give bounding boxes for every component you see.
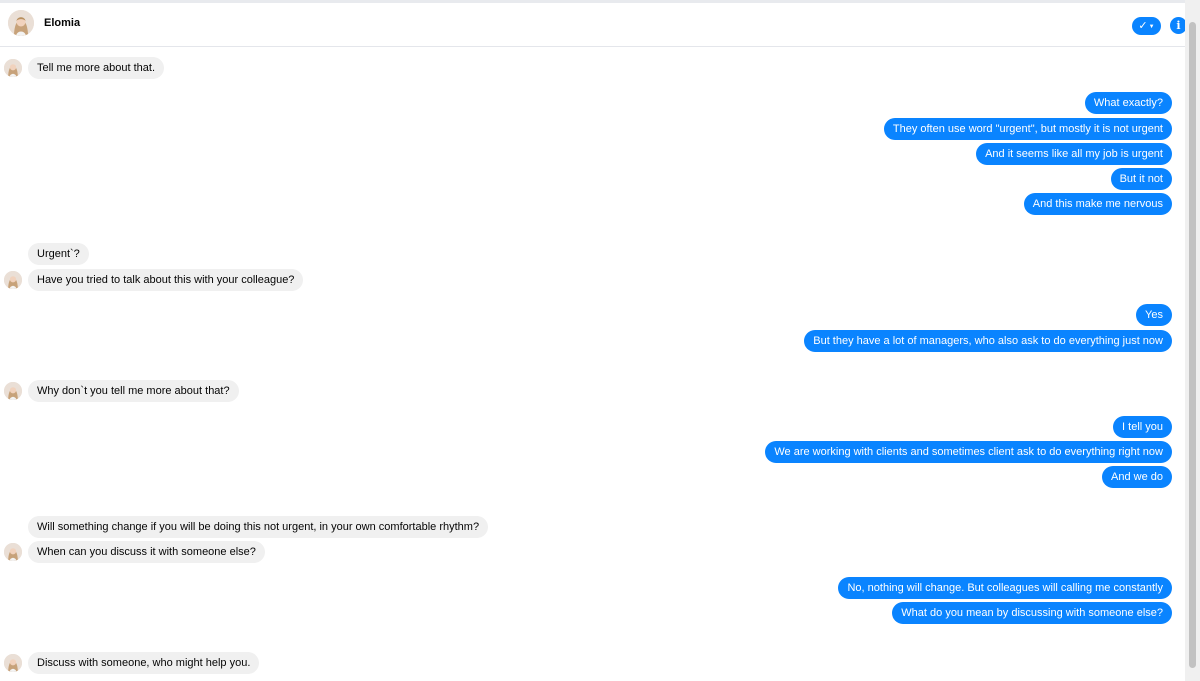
outgoing-message: But they have a lot of managers, who als…: [804, 330, 1172, 352]
incoming-message: Have you tried to talk about this with y…: [28, 269, 304, 291]
bot-avatar[interactable]: [4, 271, 22, 289]
scrollbar-thumb[interactable]: [1189, 22, 1196, 668]
incoming-message: When can you discuss it with someone els…: [28, 541, 265, 563]
chevron-down-icon: ▼: [1148, 24, 1155, 30]
contact-name: Elomia: [44, 17, 81, 29]
outgoing-message: We are working with clients and sometime…: [765, 441, 1172, 463]
bot-avatar[interactable]: [4, 543, 22, 561]
outgoing-message: What exactly?: [1084, 92, 1172, 114]
incoming-message: Will something change if you will be doi…: [28, 516, 489, 538]
outgoing-message: And it seems like all my job is urgent: [976, 143, 1172, 165]
incoming-message: Urgent`?: [28, 243, 89, 265]
scrollbar[interactable]: [1185, 0, 1200, 681]
incoming-message: Tell me more about that.: [28, 57, 165, 79]
bot-avatar[interactable]: [4, 654, 22, 672]
chat-header: Elomia ✓▼ i: [0, 0, 1187, 47]
outgoing-message: And this make me nervous: [1023, 193, 1172, 215]
outgoing-message: They often use word "urgent", but mostly…: [883, 118, 1172, 140]
incoming-message: Why don`t you tell me more about that?: [28, 380, 239, 402]
status-check-button[interactable]: ✓▼: [1132, 17, 1161, 35]
outgoing-message: But it not: [1110, 168, 1172, 190]
outgoing-message: I tell you: [1113, 416, 1172, 438]
bot-avatar[interactable]: [4, 59, 22, 77]
contact-avatar[interactable]: [8, 10, 34, 36]
outgoing-message: And we do: [1102, 466, 1172, 488]
incoming-message: Discuss with someone, who might help you…: [28, 652, 260, 674]
bot-avatar[interactable]: [4, 382, 22, 400]
outgoing-message: What do you mean by discussing with some…: [892, 602, 1172, 624]
outgoing-message: No, nothing will change. But colleagues …: [838, 577, 1172, 599]
outgoing-message: Yes: [1136, 304, 1172, 326]
info-icon: i: [1176, 19, 1181, 32]
check-icon: ✓: [1138, 20, 1148, 32]
